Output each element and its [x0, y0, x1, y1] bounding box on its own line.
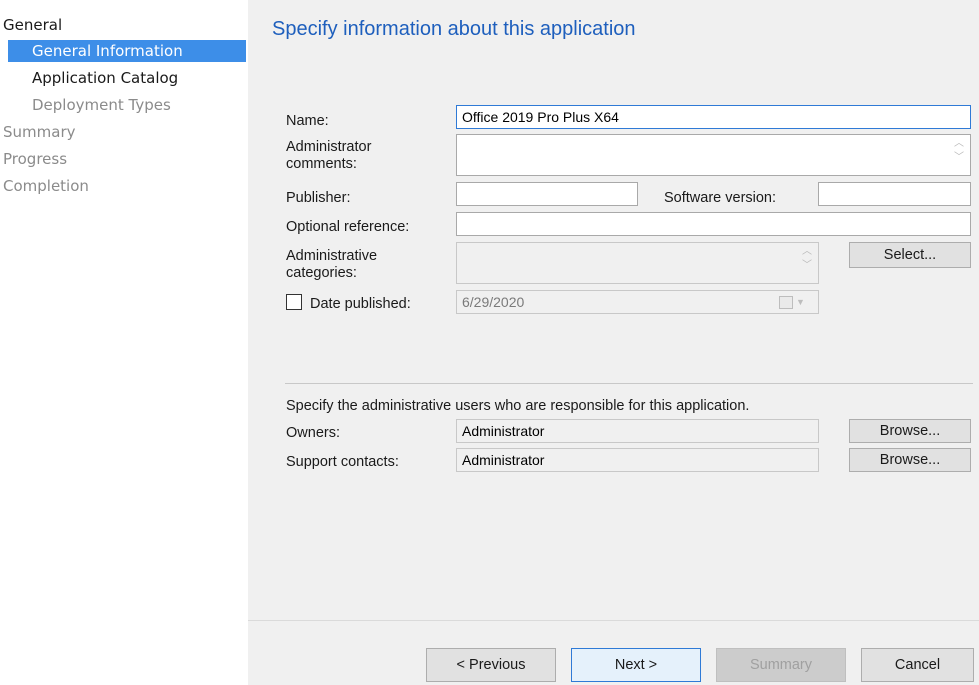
calendar-icon [779, 296, 793, 309]
chevron-up-icon[interactable]: ︿ [953, 137, 965, 151]
admin-comments-label-line1: Administrator [286, 139, 372, 155]
wizard-nav: General General Information Application … [0, 0, 248, 685]
owners-description: Specify the administrative users who are… [286, 398, 750, 414]
optional-reference-label: Optional reference: [286, 219, 410, 235]
support-contacts-browse-button[interactable]: Browse... [849, 448, 971, 472]
date-published-picker: 6/29/2020 [456, 290, 819, 314]
owners-field: Administrator [456, 419, 819, 443]
select-categories-button[interactable]: Select... [849, 242, 971, 268]
owners-label: Owners: [286, 425, 340, 441]
name-input[interactable]: Office 2019 Pro Plus X64 [456, 105, 971, 129]
previous-button[interactable]: < Previous [426, 648, 556, 682]
admin-categories-label-line1: Administrative [286, 248, 378, 264]
support-contacts-field: Administrator [456, 448, 819, 472]
nav-item-general[interactable]: General [3, 14, 123, 36]
admin-categories-scroll: ︿ ﹀ [801, 245, 813, 277]
software-version-input[interactable] [818, 182, 971, 206]
publisher-input[interactable] [456, 182, 638, 206]
chevron-down-icon[interactable]: ﹀ [953, 151, 965, 165]
chevron-down-icon: ▼ [796, 297, 805, 307]
admin-comments-scroll[interactable]: ︿ ﹀ [953, 137, 965, 169]
admin-comments-textarea[interactable] [456, 134, 971, 176]
admin-comments-label-line2: comments: [286, 156, 357, 172]
nav-item-completion[interactable]: Completion [3, 175, 203, 197]
nav-item-deployment-types[interactable]: Deployment Types [32, 94, 232, 116]
next-button[interactable]: Next > [571, 648, 701, 682]
admin-categories-label-line2: categories: [286, 265, 357, 281]
software-version-label: Software version: [664, 190, 777, 206]
nav-item-progress[interactable]: Progress [3, 148, 203, 170]
publisher-label: Publisher: [286, 190, 351, 206]
chevron-up-icon: ︿ [802, 246, 812, 257]
page-title: Specify information about this applicati… [272, 18, 636, 40]
admin-categories-list [456, 242, 819, 284]
nav-item-application-catalog[interactable]: Application Catalog [32, 67, 232, 89]
section-divider [285, 383, 973, 384]
chevron-down-icon: ﹀ [802, 260, 812, 271]
nav-item-summary[interactable]: Summary [3, 121, 203, 143]
owners-browse-button[interactable]: Browse... [849, 419, 971, 443]
date-published-checkbox[interactable] [286, 294, 302, 310]
support-contacts-label: Support contacts: [286, 454, 399, 470]
name-label: Name: [286, 113, 329, 129]
optional-reference-input[interactable] [456, 212, 971, 236]
date-published-label: Date published: [310, 296, 411, 312]
summary-button: Summary [716, 648, 846, 682]
nav-item-general-information[interactable]: General Information [8, 40, 246, 62]
cancel-button[interactable]: Cancel [861, 648, 974, 682]
